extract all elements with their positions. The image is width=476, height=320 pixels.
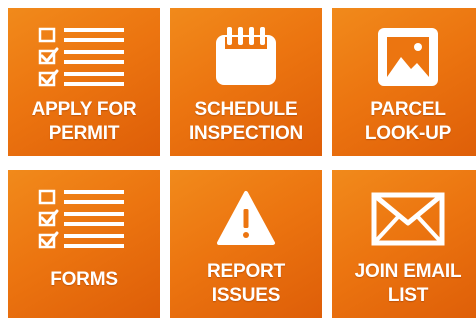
forms-tile[interactable]: FORMS <box>8 170 160 318</box>
join-email-list-tile[interactable]: JOIN EMAIL LIST <box>332 170 476 318</box>
tile-label-line2: INSPECTION <box>188 123 304 144</box>
tile-label-line2: LOOK-UP <box>364 123 452 144</box>
tile-label-line1: SCHEDULE <box>194 99 298 120</box>
parcel-look-up-tile[interactable]: PARCEL LOOK-UP <box>332 8 476 156</box>
tile-label-line1: PARCEL <box>370 99 446 120</box>
tile-label: SCHEDULE INSPECTION <box>170 98 322 146</box>
checklist-icon <box>8 184 160 254</box>
tile-label-line2: PERMIT <box>48 123 120 144</box>
calendar-icon <box>170 22 322 92</box>
checklist-icon <box>8 22 160 92</box>
report-issues-tile[interactable]: REPORT ISSUES <box>170 170 322 318</box>
tile-label-line2: LIST <box>387 285 429 306</box>
tile-label-line1: REPORT <box>207 261 285 282</box>
warning-icon <box>170 184 322 254</box>
schedule-inspection-tile[interactable]: SCHEDULE INSPECTION <box>170 8 322 156</box>
tile-label-line1: FORMS <box>50 269 118 290</box>
tile-label-line2: ISSUES <box>211 285 281 306</box>
tile-label: REPORT ISSUES <box>170 260 322 308</box>
envelope-icon <box>332 184 476 254</box>
tile-label-line1: JOIN EMAIL <box>354 261 462 282</box>
tile-label: PARCEL LOOK-UP <box>332 98 476 146</box>
tile-label: APPLY FOR PERMIT <box>8 98 160 146</box>
image-icon <box>332 22 476 92</box>
quick-links-grid: APPLY FOR PERMIT SCHEDULE INSPECTION PAR… <box>0 0 476 320</box>
tile-label: JOIN EMAIL LIST <box>332 260 476 308</box>
tile-label: FORMS <box>8 268 160 292</box>
tile-label-line1: APPLY FOR <box>31 99 137 120</box>
apply-for-permit-tile[interactable]: APPLY FOR PERMIT <box>8 8 160 156</box>
